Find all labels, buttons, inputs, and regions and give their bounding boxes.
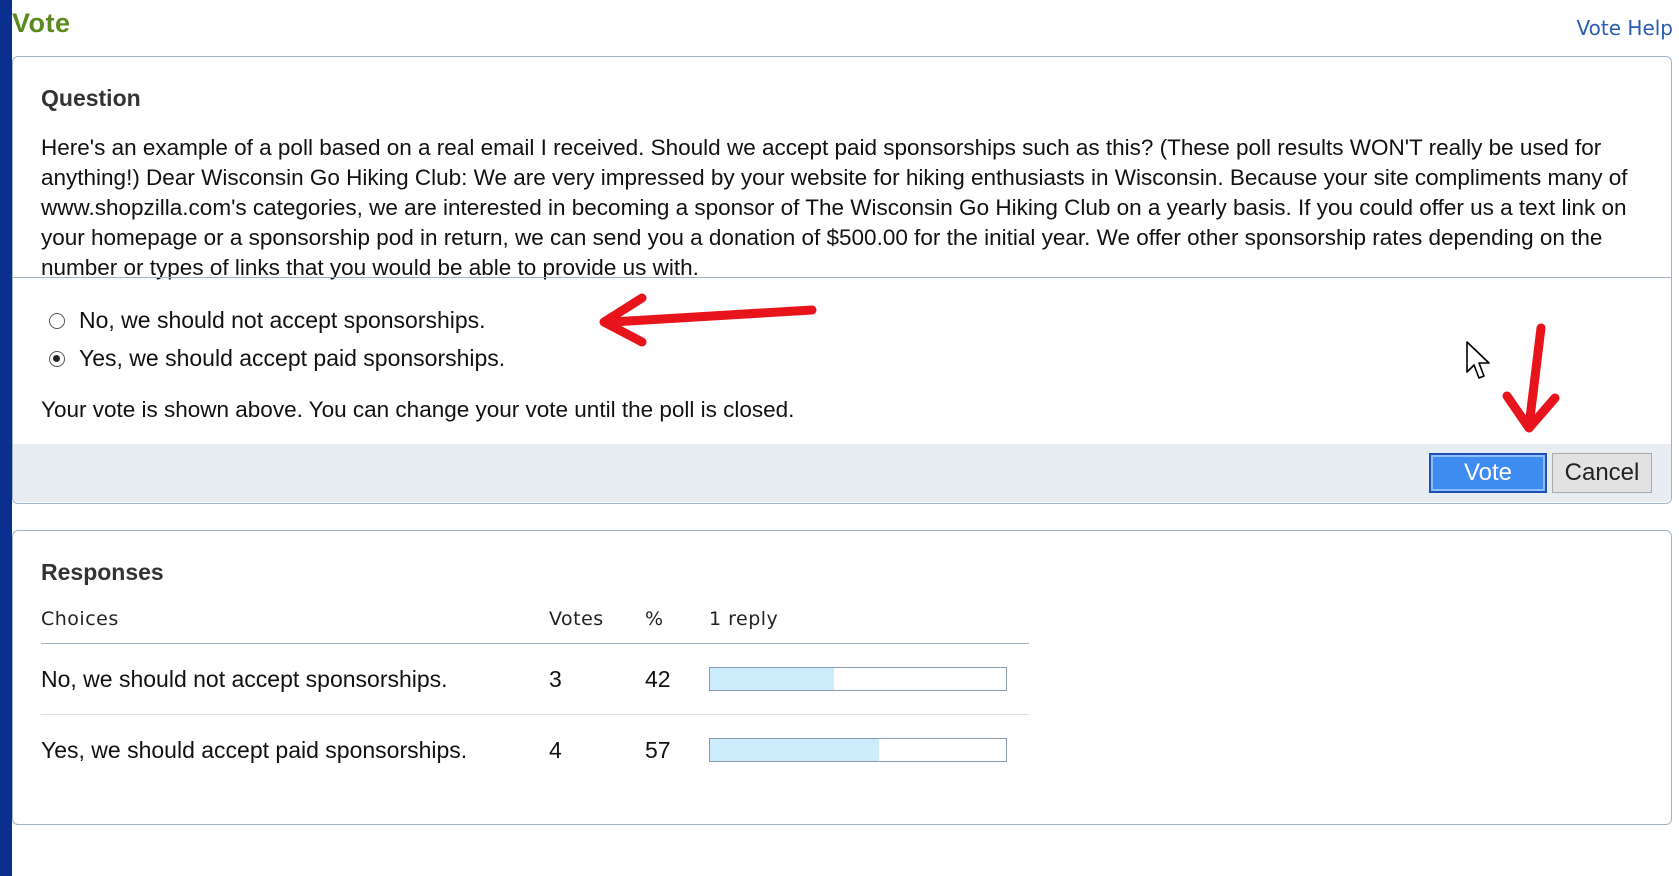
response-votes: 3 <box>549 643 645 715</box>
annotation-arrow-left-icon <box>599 293 817 347</box>
vote-help-link[interactable]: Vote Help <box>1577 16 1673 40</box>
response-percent: 42 <box>645 643 709 715</box>
responses-heading: Responses <box>41 559 164 585</box>
question-panel: Question Here's an example of a poll bas… <box>12 56 1672 504</box>
radio-yes[interactable] <box>49 350 65 367</box>
response-bar <box>709 738 1007 762</box>
option-no[interactable]: No, we should not accept sponsorships. <box>49 307 486 334</box>
table-row: No, we should not accept sponsorships. 3… <box>41 643 1029 715</box>
button-bar: Vote Cancel <box>13 444 1671 502</box>
response-choice: No, we should not accept sponsorships. <box>41 643 549 715</box>
option-yes[interactable]: Yes, we should accept paid sponsorships. <box>49 345 505 372</box>
responses-table: Choices Votes % 1 reply No, we should no… <box>41 595 1029 785</box>
divider <box>13 277 1671 278</box>
cancel-button[interactable]: Cancel <box>1552 453 1652 493</box>
question-heading: Question <box>41 85 141 111</box>
vote-page: Vote Vote Help Question Here's an exampl… <box>12 0 1679 876</box>
response-bar-cell <box>709 643 1029 715</box>
option-no-label: No, we should not accept sponsorships. <box>79 307 486 333</box>
responses-panel: Responses Choices Votes % 1 reply No, we… <box>12 530 1672 825</box>
column-header-votes: Votes <box>549 595 645 644</box>
annotation-arrow-down-icon <box>1502 323 1560 433</box>
vote-button[interactable]: Vote <box>1429 453 1547 493</box>
response-choice: Yes, we should accept paid sponsorships. <box>41 736 468 763</box>
column-header-choices: Choices <box>41 595 549 644</box>
response-percent: 57 <box>645 736 671 763</box>
question-text: Here's an example of a poll based on a r… <box>41 135 1628 280</box>
column-header-percent: % <box>645 595 709 644</box>
column-header-replies: 1 reply <box>709 595 1029 644</box>
mouse-pointer-icon <box>1466 341 1490 379</box>
table-header-row: Choices Votes % 1 reply <box>41 595 1029 644</box>
page-title: Vote <box>12 8 71 38</box>
response-bar-fill <box>710 668 835 690</box>
response-bar-cell <box>709 715 1029 786</box>
response-bar <box>709 667 1007 691</box>
response-bar-fill <box>710 739 879 761</box>
response-votes: 4 <box>549 736 562 763</box>
table-row: Yes, we should accept paid sponsorships.… <box>41 715 1029 786</box>
radio-no[interactable] <box>49 312 65 329</box>
option-yes-label: Yes, we should accept paid sponsorships. <box>79 345 506 371</box>
vote-status-text: Your vote is shown above. You can change… <box>41 397 795 422</box>
